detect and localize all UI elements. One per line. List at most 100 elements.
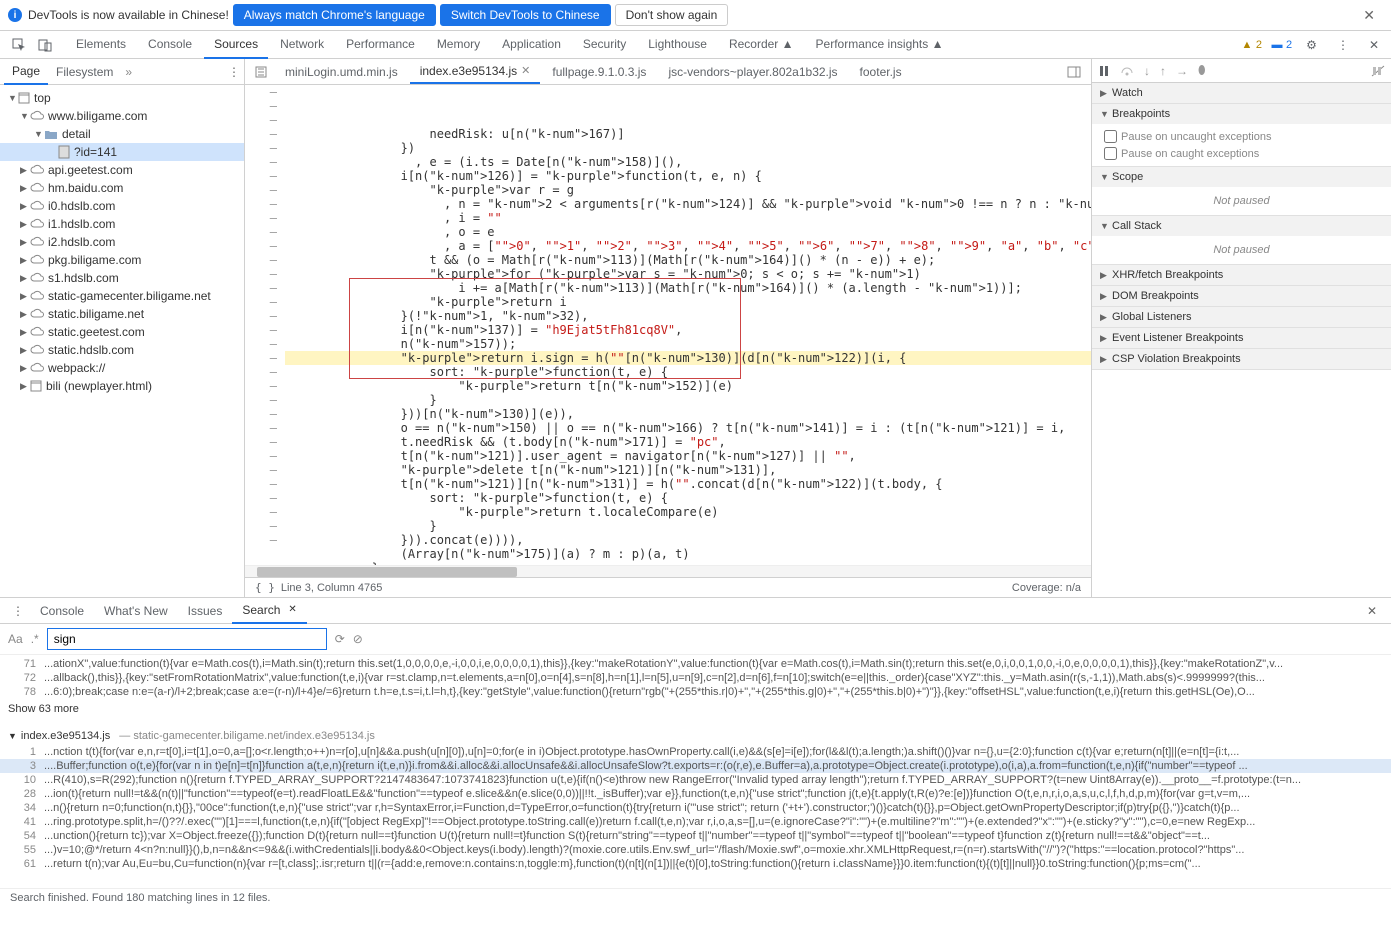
- search-result-line[interactable]: 3....Buffer;function o(t,e){for(var n in…: [0, 759, 1391, 773]
- section-breakpoints[interactable]: ▼Breakpoints: [1092, 104, 1391, 124]
- editor-hscrollbar[interactable]: [245, 565, 1091, 577]
- main-tab-security[interactable]: Security: [573, 31, 636, 59]
- tree-item[interactable]: ▶bili (newplayer.html): [0, 377, 244, 395]
- search-result-line[interactable]: 54...unction(){return tc});var X=Object.…: [0, 829, 1391, 843]
- show-more[interactable]: Show 63 more: [0, 699, 1391, 719]
- chk-caught[interactable]: Pause on caught exceptions: [1104, 145, 1379, 162]
- drawer-tab-console[interactable]: Console: [30, 599, 94, 623]
- main-tab-memory[interactable]: Memory: [427, 31, 490, 59]
- search-input[interactable]: [47, 628, 327, 650]
- search-result-line[interactable]: 41...ring.prototype.split,h=/()??/.exec(…: [0, 815, 1391, 829]
- navigator-tab-page[interactable]: Page: [4, 59, 48, 85]
- section-xhr[interactable]: ▶XHR/fetch Breakpoints: [1092, 265, 1391, 285]
- main-tab-network[interactable]: Network: [270, 31, 334, 59]
- tree-item[interactable]: ▶static-gamecenter.biligame.net: [0, 287, 244, 305]
- result-group[interactable]: ▼index.e3e95134.js — static-gamecenter.b…: [0, 727, 1391, 745]
- main-tab-application[interactable]: Application: [492, 31, 571, 59]
- drawer-close-icon[interactable]: ✕: [1359, 604, 1385, 618]
- section-global[interactable]: ▶Global Listeners: [1092, 307, 1391, 327]
- search-result-line[interactable]: 78...6:0);break;case n:e=(a-r)/l+2;break…: [0, 685, 1391, 699]
- pause-icon[interactable]: [1098, 65, 1110, 77]
- chk-uncaught[interactable]: Pause on uncaught exceptions: [1104, 128, 1379, 145]
- tree-item[interactable]: ▶static.biligame.net: [0, 305, 244, 323]
- tree-item[interactable]: ▶i1.hdslb.com: [0, 215, 244, 233]
- tree-item[interactable]: ▶i0.hdslb.com: [0, 197, 244, 215]
- no-pause-icon[interactable]: [1371, 65, 1385, 77]
- main-tab-console[interactable]: Console: [138, 31, 202, 59]
- scope-body: Not paused: [1092, 187, 1391, 215]
- btn-dont-show[interactable]: Don't show again: [615, 4, 729, 26]
- callstack-body: Not paused: [1092, 236, 1391, 264]
- main-toolbar: ElementsConsoleSourcesNetworkPerformance…: [0, 31, 1391, 59]
- step-into-icon[interactable]: ↓: [1144, 64, 1150, 78]
- drawer-tab-search[interactable]: Search✕: [232, 598, 306, 624]
- section-csp[interactable]: ▶CSP Violation Breakpoints: [1092, 349, 1391, 369]
- main-tab-recorder-[interactable]: Recorder ▲: [719, 31, 804, 59]
- step-out-icon[interactable]: ↑: [1160, 64, 1166, 78]
- tree-item[interactable]: ▶api.geetest.com: [0, 161, 244, 179]
- navigator-tab-filesystem[interactable]: Filesystem: [48, 60, 121, 84]
- step-icon[interactable]: →: [1176, 64, 1188, 78]
- warning-badge[interactable]: ▲2: [1240, 38, 1262, 52]
- code-editor[interactable]: ––––––––––––––––––––––––––––––––– needRi…: [245, 85, 1091, 565]
- tree-item[interactable]: ▼top: [0, 89, 244, 107]
- search-result-line[interactable]: 55...)v=10;@*/return 4<n?n:null}}(),b,n=…: [0, 843, 1391, 857]
- search-result-line[interactable]: 71...ationX",value:function(t){var e=Mat…: [0, 657, 1391, 671]
- btn-match-language[interactable]: Always match Chrome's language: [233, 4, 436, 26]
- main-tab-performance-insights-[interactable]: Performance insights ▲: [806, 31, 954, 59]
- main-tab-sources[interactable]: Sources: [204, 31, 268, 59]
- close-devtools-icon[interactable]: ✕: [1363, 34, 1385, 56]
- tree-item[interactable]: ▶i2.hdslb.com: [0, 233, 244, 251]
- file-tab[interactable]: miniLogin.umd.min.js: [275, 61, 408, 83]
- search-result-line[interactable]: 72...allback(),this}},{key:"setFromRotat…: [0, 671, 1391, 685]
- tree-item[interactable]: ▼www.biligame.com: [0, 107, 244, 125]
- banner-close-icon[interactable]: ✕: [1355, 7, 1383, 24]
- file-tab[interactable]: footer.js: [850, 61, 912, 83]
- inspect-icon[interactable]: [6, 34, 32, 56]
- device-icon[interactable]: [32, 34, 58, 56]
- search-result-line[interactable]: 34...n(){return n=0;function(n,t){}},"00…: [0, 801, 1391, 815]
- issues-badge[interactable]: ▬2: [1270, 38, 1292, 52]
- tree-item[interactable]: ▶s1.hdslb.com: [0, 269, 244, 287]
- clear-icon[interactable]: ⊘: [353, 632, 363, 646]
- navigator-kebab-icon[interactable]: ⋮: [228, 65, 240, 79]
- tree-item[interactable]: ▶webpack://: [0, 359, 244, 377]
- nav-files-icon[interactable]: [249, 66, 273, 78]
- regex-icon[interactable]: .*: [31, 632, 39, 646]
- deactivate-bp-icon[interactable]: ⬮: [1198, 63, 1206, 78]
- drawer-kebab-icon[interactable]: ⋮: [6, 604, 30, 618]
- btn-switch-chinese[interactable]: Switch DevTools to Chinese: [440, 4, 611, 26]
- search-result-line[interactable]: 10...R(410),s=R(292);function n(){return…: [0, 773, 1391, 787]
- search-result-line[interactable]: 1...nction t(t){for(var e,n,r=t[0],i=t[1…: [0, 745, 1391, 759]
- section-callstack[interactable]: ▼Call Stack: [1092, 216, 1391, 236]
- refresh-icon[interactable]: ⟳: [335, 632, 345, 646]
- match-case-icon[interactable]: Aa: [8, 632, 23, 646]
- settings-icon[interactable]: ⚙: [1300, 34, 1323, 56]
- file-tab[interactable]: jsc-vendors~player.802a1b32.js: [658, 61, 847, 83]
- section-watch[interactable]: ▶Watch: [1092, 83, 1391, 103]
- main-tab-elements[interactable]: Elements: [66, 31, 136, 59]
- tree-item[interactable]: ▶static.geetest.com: [0, 323, 244, 341]
- section-dom[interactable]: ▶DOM Breakpoints: [1092, 286, 1391, 306]
- tree-item[interactable]: ▶static.hdslb.com: [0, 341, 244, 359]
- section-event[interactable]: ▶Event Listener Breakpoints: [1092, 328, 1391, 348]
- sidebar-toggle-icon[interactable]: [1061, 66, 1087, 78]
- drawer-tab-what-s-new[interactable]: What's New: [94, 599, 178, 623]
- tree-item[interactable]: ▶pkg.biligame.com: [0, 251, 244, 269]
- navigator-more-icon[interactable]: »: [125, 65, 132, 79]
- file-tab[interactable]: fullpage.9.1.0.3.js: [542, 61, 656, 83]
- tree-item[interactable]: ▼detail: [0, 125, 244, 143]
- drawer-tab-issues[interactable]: Issues: [178, 599, 233, 623]
- main-tab-lighthouse[interactable]: Lighthouse: [638, 31, 717, 59]
- file-tab[interactable]: index.e3e95134.js ✕: [410, 60, 541, 84]
- step-over-icon[interactable]: [1120, 65, 1134, 77]
- pretty-print-icon[interactable]: { }: [255, 581, 275, 594]
- tree-item[interactable]: ?id=141: [0, 143, 244, 161]
- section-scope[interactable]: ▼Scope: [1092, 167, 1391, 187]
- info-icon: i: [8, 8, 22, 22]
- main-tab-performance[interactable]: Performance: [336, 31, 425, 59]
- search-result-line[interactable]: 61...return t(n);var Au,Eu=bu,Cu=functio…: [0, 857, 1391, 871]
- search-result-line[interactable]: 28...ion(t){return null!=t&&(n(t)||"func…: [0, 787, 1391, 801]
- tree-item[interactable]: ▶hm.baidu.com: [0, 179, 244, 197]
- kebab-icon[interactable]: ⋮: [1331, 34, 1355, 56]
